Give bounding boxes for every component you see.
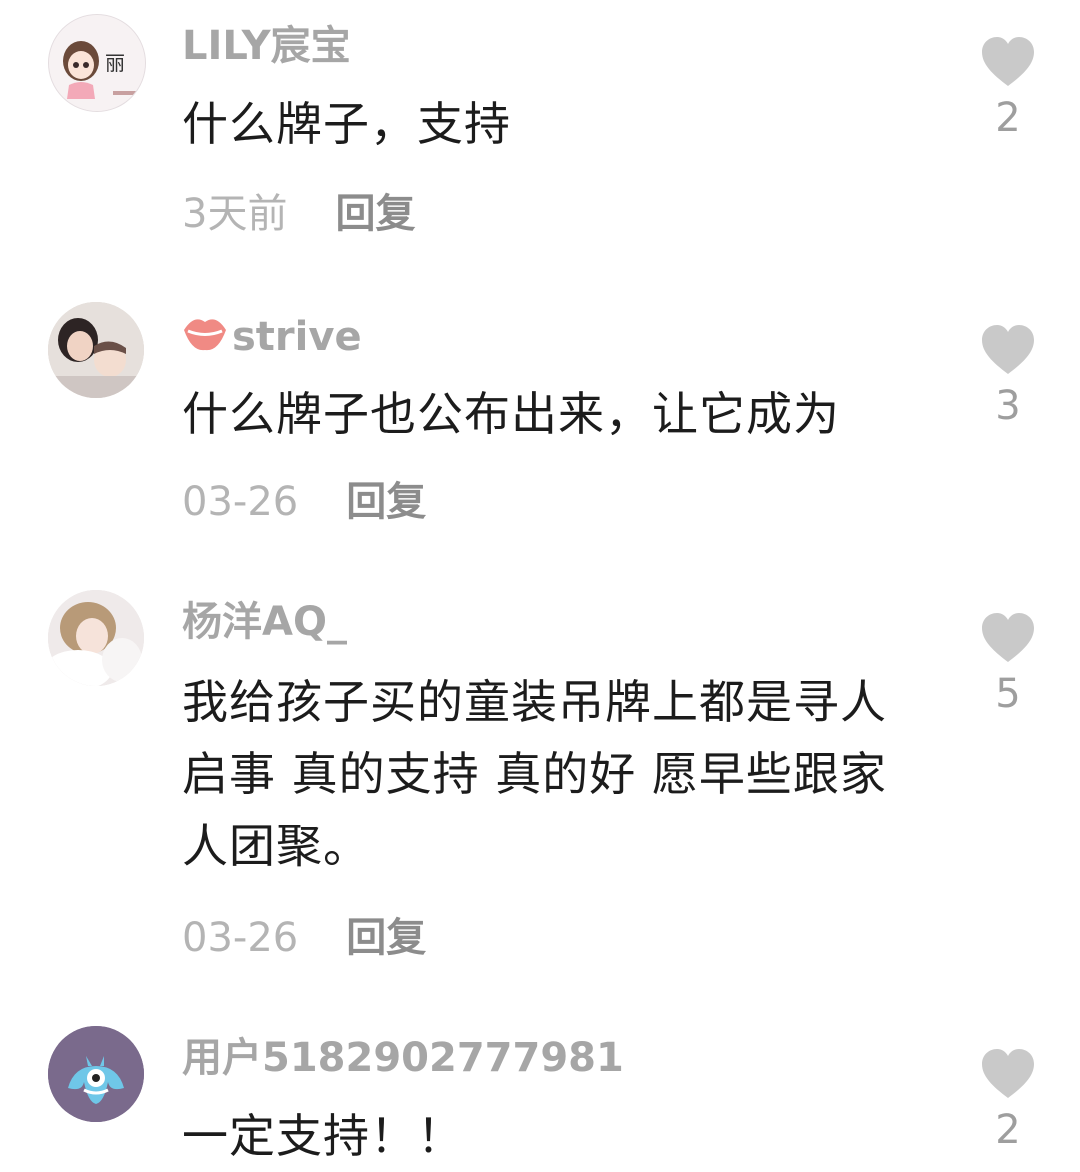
cartoon-girl-icon xyxy=(49,15,145,111)
kiss-lips-icon xyxy=(182,310,228,365)
like-button[interactable]: 2 xyxy=(978,36,1038,142)
username-text: strive xyxy=(232,314,362,360)
like-count: 5 xyxy=(995,671,1021,717)
photo-avatar-icon xyxy=(48,590,144,686)
heart-icon xyxy=(982,325,1034,374)
comment-text: 一定支持！！ xyxy=(182,1109,464,1163)
comment-text: 我给孩子买的童装吊牌上都是寻人启事 真的支持 真的好 愿早些跟家人团聚。 xyxy=(182,675,887,873)
comment-meta: 03-26 回复 xyxy=(182,914,426,962)
heart-icon xyxy=(982,613,1034,662)
reply-button[interactable]: 回复 xyxy=(346,479,426,525)
comment-username[interactable]: LILY宸宝 xyxy=(182,22,351,70)
reply-button[interactable]: 回复 xyxy=(335,191,415,237)
comment-text: 什么牌子，支持 xyxy=(182,97,511,151)
reply-button[interactable]: 回复 xyxy=(346,915,426,961)
avatar[interactable] xyxy=(48,302,144,398)
like-count: 3 xyxy=(995,383,1021,429)
comment-username[interactable]: strive xyxy=(182,310,362,365)
avatar-label: 丽 xyxy=(105,51,125,75)
comment-text: 什么牌子也公布出来，让它成为 xyxy=(182,387,840,441)
comment-username[interactable]: 用户5182902777981 xyxy=(182,1034,624,1082)
avatar[interactable]: 丽 xyxy=(48,14,146,112)
comment-time: 03-26 xyxy=(182,479,299,525)
like-button[interactable]: 5 xyxy=(978,612,1038,718)
photo-avatar-icon xyxy=(48,302,144,398)
avatar[interactable] xyxy=(48,590,144,686)
like-count: 2 xyxy=(995,1107,1021,1153)
heart-icon xyxy=(982,1049,1034,1098)
comment-meta: 3天前 回复 xyxy=(182,190,415,238)
like-button[interactable]: 3 xyxy=(978,324,1038,430)
comment-username[interactable]: 杨洋AQ_ xyxy=(182,598,347,646)
blue-monster-icon xyxy=(48,1026,144,1122)
heart-icon xyxy=(982,37,1034,86)
like-count: 2 xyxy=(995,95,1021,141)
comment-time: 3天前 xyxy=(182,191,288,237)
comment-meta: 03-26 回复 xyxy=(182,478,426,526)
like-button[interactable]: 2 xyxy=(978,1048,1038,1154)
comment-time: 03-26 xyxy=(182,915,299,961)
avatar[interactable] xyxy=(48,1026,144,1122)
